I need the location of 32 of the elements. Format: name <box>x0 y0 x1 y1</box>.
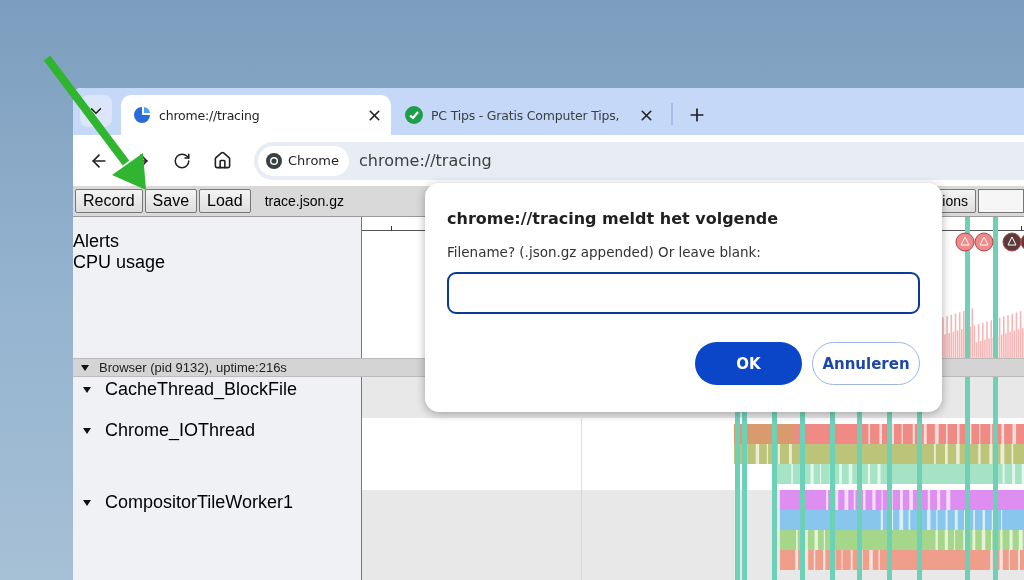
dialog-button[interactable]: OK <box>695 342 802 385</box>
browser-tab[interactable]: chrome://tracing <box>121 95 391 135</box>
site-chip-label: Chrome <box>288 153 339 168</box>
browser-tab[interactable]: PC Tips - Gratis Computer Tips, <box>393 95 663 135</box>
dialog-title: chrome://tracing meldt het volgende <box>447 209 780 228</box>
toolbar-button[interactable]: Save <box>144 189 198 213</box>
expand-triangle-icon[interactable] <box>81 363 89 372</box>
reload-button[interactable] <box>173 151 191 170</box>
process-label: Browser (pid 9132), uptime:216s <box>99 360 287 375</box>
home-button[interactable] <box>213 151 232 170</box>
chrome-logo-icon <box>266 152 282 169</box>
tab-title: PC Tips - Gratis Computer Tips, <box>431 107 621 123</box>
dialog-prompt: Filename? (.json.gz appended) Or leave blank: <box>447 244 762 260</box>
address-bar[interactable]: Chrome chrome://tracing <box>254 141 1024 180</box>
toolbar-button[interactable]: Load <box>199 189 251 213</box>
thread-name: Chrome_IOThread <box>105 420 256 441</box>
url-text: chrome://tracing <box>359 151 492 170</box>
check-circle-icon <box>405 106 423 124</box>
thread-name: CompositorTileWorker1 <box>105 492 294 513</box>
site-chip[interactable]: Chrome <box>258 145 349 176</box>
file-name: trace.json.gz <box>264 193 345 209</box>
toolbar-field[interactable] <box>978 189 1024 213</box>
expand-triangle-icon[interactable] <box>83 498 91 507</box>
toolbar-button[interactable]: Record <box>75 189 143 213</box>
tab-title: chrome://tracing <box>159 107 261 123</box>
track-label: Alerts <box>73 231 120 252</box>
dialog-button[interactable]: Annuleren <box>812 342 920 385</box>
expand-triangle-icon[interactable] <box>83 385 91 394</box>
track-label: CPU usage <box>73 252 167 273</box>
expand-triangle-icon[interactable] <box>83 426 91 435</box>
filename-input[interactable] <box>447 272 920 314</box>
thread-name: CacheThread_BlockFile <box>105 379 298 400</box>
